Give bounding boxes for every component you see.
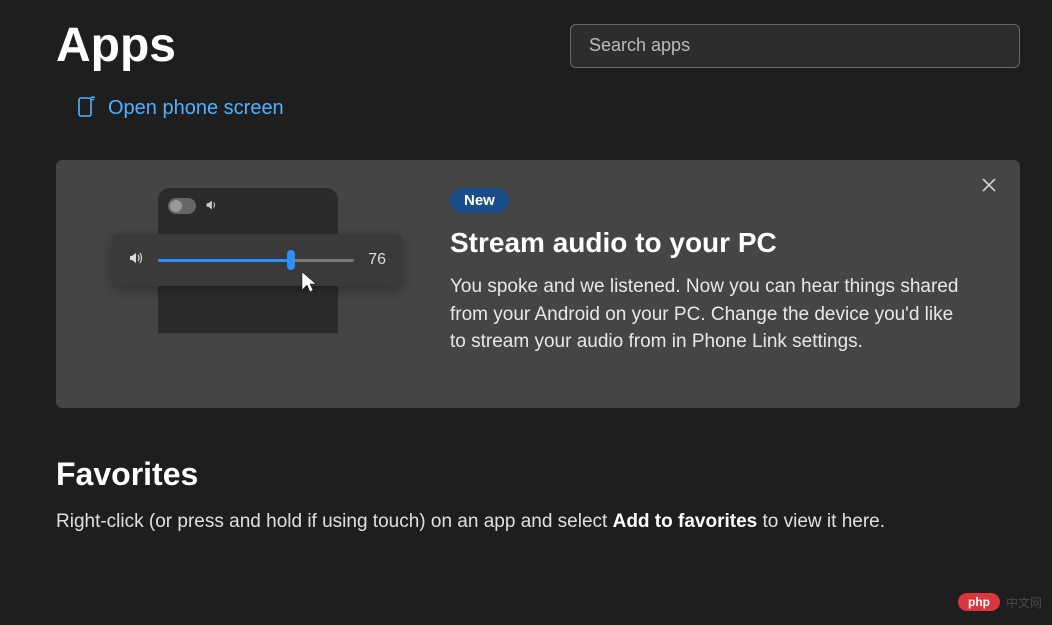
- banner-illustration: 76: [90, 188, 390, 358]
- favorites-hint: Right-click (or press and hold if using …: [56, 511, 1020, 533]
- volume-value: 76: [368, 251, 386, 269]
- speaker-icon: [204, 198, 218, 217]
- volume-slider[interactable]: [158, 259, 354, 262]
- favorites-title: Favorites: [56, 456, 1020, 493]
- new-badge: New: [450, 188, 509, 213]
- phone-icon: [78, 95, 96, 122]
- open-phone-label: Open phone screen: [108, 97, 284, 120]
- toggle-icon: [168, 198, 196, 214]
- watermark: php 中文网: [958, 593, 1042, 611]
- stream-audio-banner: 76 New Stream audio to your PC You spoke…: [56, 160, 1020, 408]
- volume-speaker-icon: [128, 250, 144, 271]
- page-title: Apps: [56, 18, 176, 73]
- cursor-icon: [300, 270, 318, 299]
- favorites-hint-pre: Right-click (or press and hold if using …: [56, 511, 613, 532]
- close-icon[interactable]: [982, 178, 996, 197]
- open-phone-screen-link[interactable]: Open phone screen: [0, 73, 1052, 122]
- favorites-hint-post: to view it here.: [757, 511, 885, 532]
- banner-description: You spoke and we listened. Now you can h…: [450, 273, 970, 356]
- volume-panel: 76: [112, 234, 402, 286]
- watermark-badge: php: [958, 593, 1000, 611]
- favorites-hint-bold: Add to favorites: [613, 511, 758, 532]
- watermark-text: 中文网: [1006, 594, 1042, 611]
- favorites-section: Favorites Right-click (or press and hold…: [0, 408, 1052, 533]
- banner-content: New Stream audio to your PC You spoke an…: [450, 188, 986, 358]
- banner-title: Stream audio to your PC: [450, 227, 986, 259]
- search-input[interactable]: [570, 24, 1020, 68]
